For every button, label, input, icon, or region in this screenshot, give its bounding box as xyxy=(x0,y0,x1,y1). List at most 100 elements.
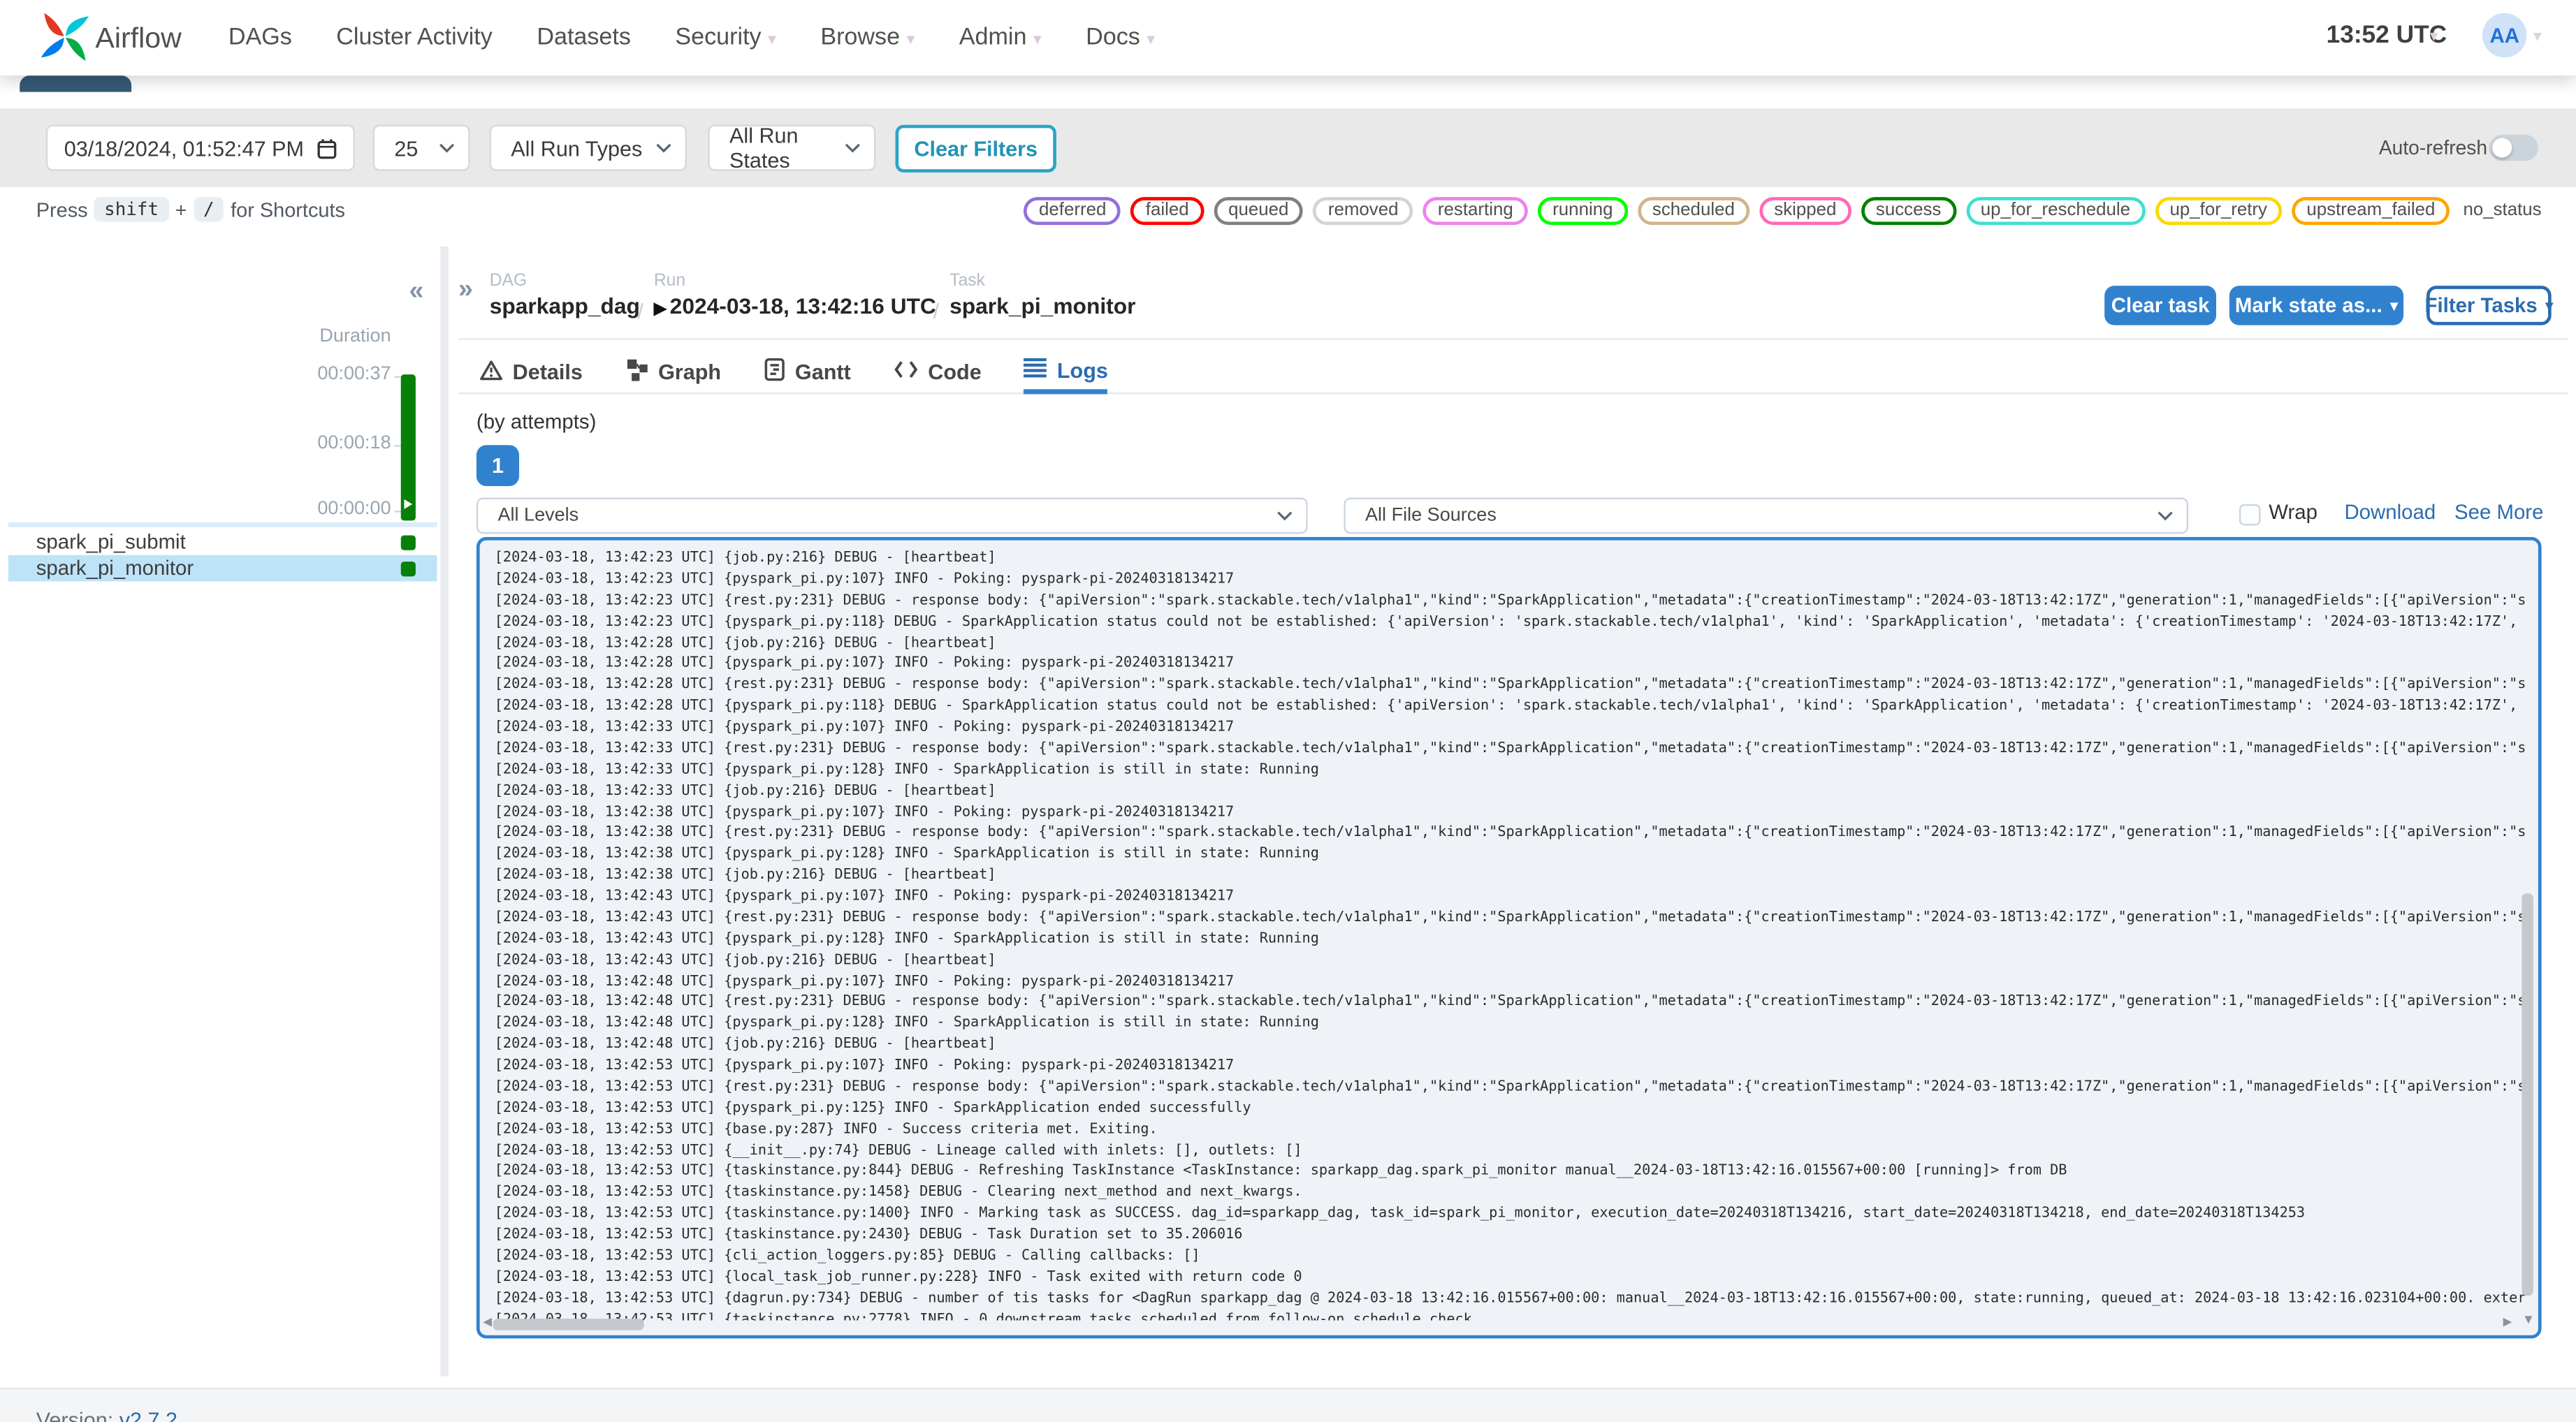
log-line: [2024-03-18, 13:42:43 UTC] {rest.py:231}… xyxy=(494,909,2525,926)
wrap-checkbox[interactable] xyxy=(2239,504,2261,526)
log-line: [2024-03-18, 13:42:48 UTC] {rest.py:231}… xyxy=(494,994,2525,1011)
scrolled-button-partial xyxy=(20,75,132,92)
log-line: [2024-03-18, 13:42:28 UTC] {pyspark_pi.p… xyxy=(494,698,2518,715)
log-line: [2024-03-18, 13:42:48 UTC] {pyspark_pi.p… xyxy=(494,1015,1319,1032)
task-name: spark_pi_monitor xyxy=(36,557,194,580)
chevron-down-icon: ▾ xyxy=(2533,27,2542,46)
header-divider xyxy=(458,338,2568,340)
expand-panel-icon[interactable]: » xyxy=(458,276,473,305)
status-badge-scheduled: scheduled xyxy=(1637,197,1750,226)
tab-code[interactable]: Code xyxy=(894,350,982,394)
status-badge-upstream-failed: upstream_failed xyxy=(2292,197,2450,226)
chevron-down-icon xyxy=(1276,511,1293,521)
run-types-value: All Run Types xyxy=(511,135,643,161)
download-link[interactable]: Download xyxy=(2344,501,2436,524)
grid-divider xyxy=(8,522,437,527)
log-line: [2024-03-18, 13:42:33 UTC] {rest.py:231}… xyxy=(494,740,2525,757)
scroll-down-icon[interactable]: ▼ xyxy=(2522,1312,2535,1327)
slash-key: / xyxy=(193,197,224,222)
tab-details[interactable]: Details xyxy=(480,350,583,394)
horizontal-scrollbar[interactable] xyxy=(493,1319,644,1331)
page-size-select[interactable]: 25 xyxy=(372,124,470,171)
duration-tick: 00:00:00 xyxy=(317,499,391,520)
vertical-scrollbar[interactable] xyxy=(2522,893,2533,1296)
log-line: [2024-03-18, 13:42:23 UTC] {pyspark_pi.p… xyxy=(494,613,2518,631)
run-types-select[interactable]: All Run Types xyxy=(489,124,687,171)
run-states-select[interactable]: All Run States xyxy=(708,123,876,173)
log-line: [2024-03-18, 13:42:53 UTC] {base.py:287}… xyxy=(494,1121,1158,1138)
tick-mark xyxy=(394,445,401,447)
code-icon xyxy=(894,360,918,384)
utc-clock[interactable]: 13:52 UTC xyxy=(2327,22,2447,50)
gantt-icon xyxy=(764,358,785,386)
status-badge-running: running xyxy=(1538,197,1628,226)
log-line: [2024-03-18, 13:42:38 UTC] {pyspark_pi.p… xyxy=(494,846,1319,863)
status-badge-up-for-reschedule: up_for_reschedule xyxy=(1965,197,2146,226)
breadcrumb-separator: / xyxy=(933,298,940,324)
log-viewer[interactable]: [2024-03-18, 13:42:23 UTC] {job.py:216} … xyxy=(476,536,2542,1339)
log-line: [2024-03-18, 13:42:53 UTC] {taskinstance… xyxy=(494,1163,2067,1180)
attempt-1-button[interactable]: 1 xyxy=(476,445,520,487)
panel-resize-handle[interactable] xyxy=(440,246,449,1377)
version-link[interactable]: v2.7.2 xyxy=(119,1407,177,1422)
calendar-icon[interactable] xyxy=(317,137,337,159)
avatar[interactable]: AA xyxy=(2482,13,2527,58)
log-content: [2024-03-18, 13:42:23 UTC] {job.py:216} … xyxy=(494,548,2526,1321)
breadcrumb-dag-value[interactable]: sparkapp_dag xyxy=(490,293,640,321)
airflow-logo-icon[interactable] xyxy=(39,11,90,71)
legend-row: Press shift + / for Shortcuts deferred fa… xyxy=(0,187,2576,233)
breadcrumb-dag[interactable]: DAG sparkapp_dag xyxy=(490,271,640,321)
log-levels-select[interactable]: All Levels xyxy=(476,497,1308,534)
base-date-input[interactable]: 03/18/2024, 01:52:47 PM xyxy=(45,124,355,171)
breadcrumb-task-label: Task xyxy=(949,270,985,291)
clear-filters-button[interactable]: Clear Filters xyxy=(895,124,1056,173)
shortcuts-plus: + xyxy=(175,198,187,221)
chevron-down-icon: ▾ xyxy=(906,31,915,50)
breadcrumb-task[interactable]: Task spark_pi_monitor xyxy=(949,271,1135,321)
nav-item-browse[interactable]: Browse ▾ xyxy=(820,24,915,51)
breadcrumb-run-value[interactable]: 2024-03-18, 13:42:16 UTC xyxy=(670,294,936,318)
duration-tick: 00:00:37 xyxy=(317,365,391,385)
log-line: [2024-03-18, 13:42:53 UTC] {cli_action_l… xyxy=(494,1247,1200,1265)
shortcuts-press: Press xyxy=(36,198,88,221)
status-badge-no-status: no_status xyxy=(2459,200,2545,222)
file-sources-select[interactable]: All File Sources xyxy=(1344,497,2189,534)
breadcrumb-task-value[interactable]: spark_pi_monitor xyxy=(949,293,1135,321)
task-row-spark-pi-monitor[interactable]: spark_pi_monitor xyxy=(8,555,437,582)
manual-trigger-icon: ▶ xyxy=(653,300,667,319)
duration-tick: 00:00:18 xyxy=(317,433,391,453)
brand-title: Airflow xyxy=(95,21,182,54)
auto-refresh-toggle[interactable] xyxy=(2489,134,2538,161)
version-label: Version: xyxy=(36,1407,114,1422)
scroll-right-icon[interactable]: ▶ xyxy=(2503,1315,2512,1328)
log-line: [2024-03-18, 13:42:43 UTC] {pyspark_pi.p… xyxy=(494,930,1319,948)
status-badge-deferred: deferred xyxy=(1024,197,1121,226)
breadcrumb-run-label: Run xyxy=(653,270,686,291)
chevron-down-icon xyxy=(439,143,456,153)
nav-item-cluster-activity[interactable]: Cluster Activity xyxy=(336,24,493,51)
nav-item-security[interactable]: Security ▾ xyxy=(675,24,776,51)
task-row-spark-pi-submit[interactable]: spark_pi_submit xyxy=(8,529,437,555)
nav-item-admin[interactable]: Admin ▾ xyxy=(959,24,1042,51)
see-more-link[interactable]: See More xyxy=(2454,501,2543,524)
breadcrumb-run[interactable]: Run ▶ 2024-03-18, 13:42:16 UTC xyxy=(654,271,936,323)
status-badge-success: success xyxy=(1861,197,1956,226)
mark-state-button[interactable]: Mark state as... ▾ xyxy=(2229,286,2404,325)
clear-task-button[interactable]: Clear task xyxy=(2104,286,2217,325)
log-line: [2024-03-18, 13:42:53 UTC] {dagrun.py:73… xyxy=(494,1290,2526,1307)
nav-item-docs[interactable]: Docs ▾ xyxy=(1086,24,1155,51)
tab-graph[interactable]: Graph xyxy=(625,350,721,394)
collapse-sidebar-icon[interactable]: « xyxy=(409,277,423,307)
tab-label: Logs xyxy=(1056,357,1108,382)
airflow-app: Airflow DAGs Cluster Activity Datasets Secu… xyxy=(0,0,2576,1422)
status-badge-removed: removed xyxy=(1313,197,1413,226)
tab-logs[interactable]: Logs xyxy=(1024,350,1108,395)
status-badge-failed: failed xyxy=(1130,197,1204,226)
scroll-left-icon[interactable]: ◀ xyxy=(483,1315,492,1328)
nav-item-dags[interactable]: DAGs xyxy=(228,24,292,51)
filter-tasks-button[interactable]: Filter Tasks ▾ xyxy=(2425,286,2553,325)
graph-icon xyxy=(625,358,648,386)
tab-gantt[interactable]: Gantt xyxy=(764,350,851,394)
nav-item-datasets[interactable]: Datasets xyxy=(537,24,631,51)
log-line: [2024-03-18, 13:42:38 UTC] {pyspark_pi.p… xyxy=(494,804,1235,821)
